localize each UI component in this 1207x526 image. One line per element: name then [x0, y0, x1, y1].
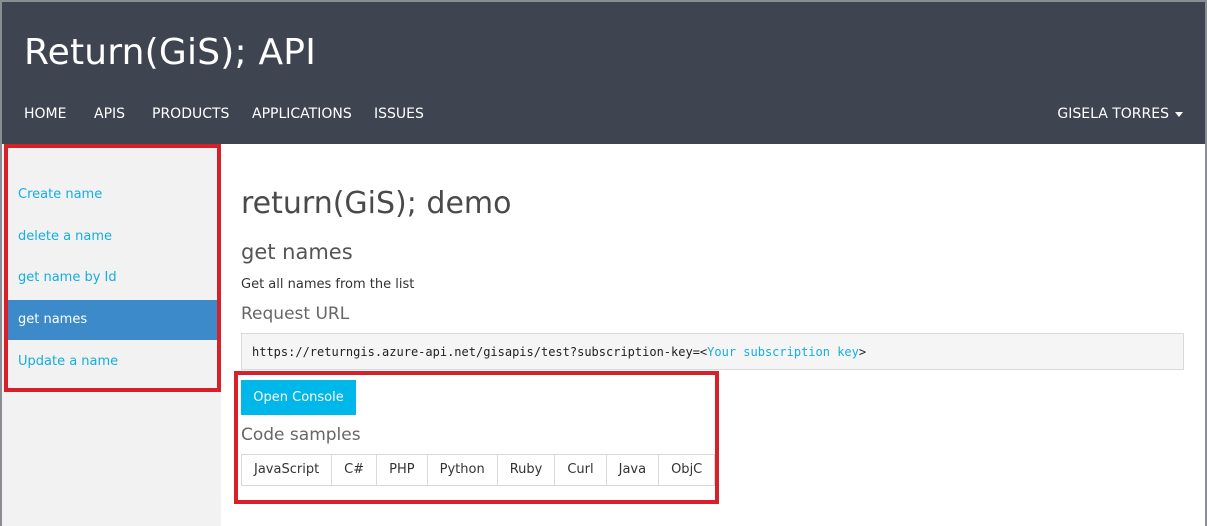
tab-objc[interactable]: ObjC [659, 455, 715, 485]
operation-title: get names [241, 240, 353, 264]
tab-ruby[interactable]: Ruby [497, 455, 556, 485]
header-bar: Return(GiS); API HOME APIS PRODUCTS APPL… [2, 2, 1205, 144]
code-sample-tabs: JavaScript C# PHP Python Ruby Curl Java … [241, 454, 716, 486]
brand-title[interactable]: Return(GiS); API [24, 32, 316, 73]
request-url-text: https://returngis.azure-api.net/gisapis/… [252, 345, 708, 359]
sidebar-item-delete-name[interactable]: delete a name [6, 217, 217, 257]
subscription-key-placeholder: Your subscription key [707, 345, 859, 359]
tab-java[interactable]: Java [606, 455, 660, 485]
tab-curl[interactable]: Curl [555, 455, 607, 485]
caret-down-icon [1175, 111, 1183, 117]
tab-javascript[interactable]: JavaScript [242, 455, 333, 485]
tab-csharp[interactable]: C# [332, 455, 378, 485]
nav-products[interactable]: PRODUCTS [152, 106, 229, 122]
main-nav: HOME APIS PRODUCTS APPLICATIONS ISSUES [2, 106, 1205, 132]
nav-issues[interactable]: ISSUES [374, 106, 424, 122]
sidebar-item-create-name[interactable]: Create name [6, 175, 217, 215]
nav-apis[interactable]: APIS [94, 106, 125, 122]
user-menu[interactable]: GISELA TORRES [1057, 106, 1183, 122]
code-samples-label: Code samples [241, 425, 361, 445]
request-url-end: > [858, 345, 867, 359]
sidebar-item-get-names[interactable]: get names [6, 300, 217, 340]
open-console-button[interactable]: Open Console [241, 380, 356, 415]
request-url-box[interactable]: https://returngis.azure-api.net/gisapis/… [241, 333, 1184, 370]
app-frame: Return(GiS); API HOME APIS PRODUCTS APPL… [0, 0, 1207, 526]
operation-description: Get all names from the list [241, 277, 415, 292]
tab-php[interactable]: PHP [377, 455, 428, 485]
user-name: GISELA TORRES [1057, 106, 1169, 122]
tab-python[interactable]: Python [427, 455, 498, 485]
page-title: return(GiS); demo [241, 186, 512, 221]
request-url-label: Request URL [241, 304, 350, 324]
nav-home[interactable]: HOME [24, 106, 66, 122]
main-content: return(GiS); demo get names Get all name… [221, 144, 1205, 526]
sidebar-item-update-name[interactable]: Update a name [6, 342, 217, 382]
nav-applications[interactable]: APPLICATIONS [252, 106, 352, 122]
sidebar-item-get-name-by-id[interactable]: get name by Id [6, 258, 217, 298]
sidebar: Create name delete a name get name by Id… [2, 144, 221, 526]
